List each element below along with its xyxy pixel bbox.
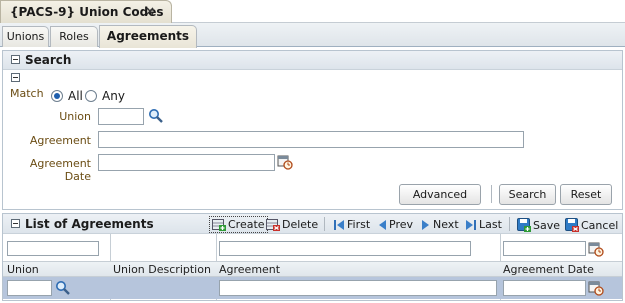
list-panel-header: List of Agreements Create Delete First P… <box>3 214 622 234</box>
cancel-label: Cancel <box>581 219 619 232</box>
cancel-button[interactable]: Cancel <box>565 216 618 233</box>
save-button[interactable]: Save <box>517 216 560 233</box>
delete-label: Delete <box>282 218 319 231</box>
agreement-input[interactable] <box>98 131 524 148</box>
toolbar-divider-2 <box>509 217 510 231</box>
match-all-label: All <box>68 89 83 103</box>
filter-agreement-input[interactable] <box>219 241 471 256</box>
search-panel-header: Search <box>3 51 622 70</box>
create-label: Create <box>228 218 265 231</box>
last-button[interactable]: Last <box>465 216 502 233</box>
button-divider <box>491 185 492 203</box>
window-tabbar: {PACS-9} Union Codes × <box>0 0 625 23</box>
filter-agreement-date-input[interactable] <box>503 241 586 256</box>
first-icon <box>333 219 345 234</box>
delete-icon <box>266 218 280 234</box>
advanced-button[interactable]: Advanced <box>399 184 481 205</box>
save-icon <box>517 218 531 235</box>
match-any-radio[interactable] <box>85 90 97 102</box>
delete-button[interactable]: Delete <box>266 216 318 233</box>
search-button[interactable]: Search <box>499 184 556 205</box>
list-title: List of Agreements <box>25 217 154 231</box>
tab-unions[interactable]: Unions <box>2 26 49 47</box>
calendar-icon[interactable] <box>277 154 293 173</box>
tab-roles[interactable]: Roles <box>50 26 98 47</box>
subtab-bar: Unions Roles Agreements <box>0 23 625 48</box>
column-header-agreement-date[interactable]: Agreement Date <box>503 263 594 276</box>
prev-label: Prev <box>389 218 413 231</box>
last-icon <box>465 219 477 234</box>
cancel-icon <box>565 218 579 235</box>
last-label: Last <box>479 218 502 231</box>
reset-button[interactable]: Reset <box>560 184 612 205</box>
create-button[interactable]: Create <box>209 216 268 233</box>
window-tab-union-codes[interactable]: {PACS-9} Union Codes × <box>0 0 172 23</box>
row-agreement-input[interactable] <box>219 280 497 296</box>
filter-calendar-icon[interactable] <box>588 241 604 260</box>
tab-agreements[interactable]: Agreements <box>99 25 197 48</box>
agreement-date-label: Agreement Date <box>29 157 91 183</box>
filter-union-input[interactable] <box>7 241 99 256</box>
next-icon <box>421 219 431 234</box>
toolbar-divider-1 <box>324 217 325 231</box>
agreements-table: Union Union Description Agreement Agreem… <box>3 234 622 300</box>
collapse-icon[interactable] <box>11 55 20 64</box>
search-panel: Search Match All Any Union Agreement Agr… <box>2 50 623 210</box>
agreements-list-panel: List of Agreements Create Delete First P… <box>2 213 623 301</box>
union-label: Union <box>59 110 91 123</box>
collapse-list-icon[interactable] <box>11 219 20 228</box>
save-label: Save <box>533 219 561 232</box>
row-agreement-date-input[interactable] <box>503 280 586 296</box>
create-icon <box>212 218 226 234</box>
close-icon[interactable]: × <box>145 4 155 18</box>
match-any-label: Any <box>102 89 125 103</box>
next-button[interactable]: Next <box>421 216 459 233</box>
agreement-date-input[interactable] <box>98 154 275 171</box>
agreement-label: Agreement <box>29 134 91 147</box>
collapse-criteria-icon[interactable] <box>11 73 20 82</box>
column-header-union-description[interactable]: Union Description <box>113 263 211 276</box>
row-calendar-icon[interactable] <box>588 280 604 299</box>
union-input[interactable] <box>98 108 144 125</box>
first-button[interactable]: First <box>333 216 370 233</box>
first-label: First <box>347 218 371 231</box>
prev-button[interactable]: Prev <box>377 216 413 233</box>
window-tab-title: {PACS-9} Union Codes <box>10 5 164 19</box>
table-row[interactable] <box>3 277 622 299</box>
search-title: Search <box>25 53 72 67</box>
row-search-icon[interactable] <box>55 280 71 299</box>
search-icon[interactable] <box>148 108 164 127</box>
prev-icon <box>377 219 387 234</box>
column-header-agreement[interactable]: Agreement <box>219 263 280 276</box>
table-header: Union Union Description Agreement Agreem… <box>3 261 622 277</box>
match-all-radio[interactable] <box>51 90 63 102</box>
column-header-union[interactable]: Union <box>7 263 39 276</box>
next-label: Next <box>433 218 459 231</box>
row-union-input[interactable] <box>7 280 52 296</box>
match-label: Match <box>10 87 44 100</box>
